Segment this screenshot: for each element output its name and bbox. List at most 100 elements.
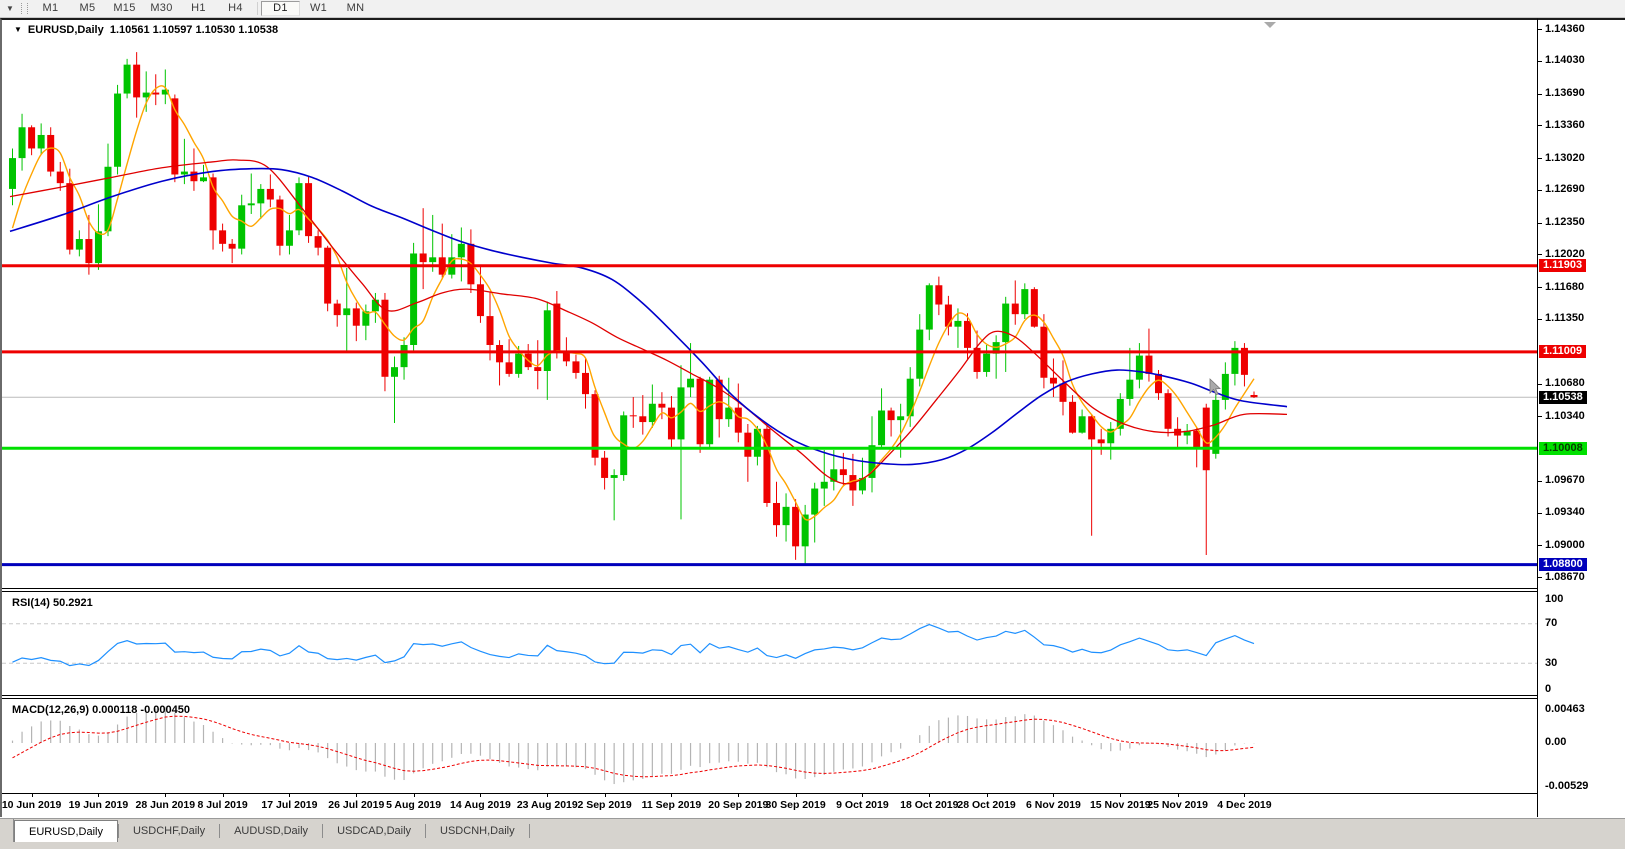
price-tick-label: 1.11680 <box>1545 281 1584 293</box>
chart-window[interactable]: RSI(14) 50.2921 MACD(12,26,9) 0.000118 -0… <box>0 18 1537 817</box>
macd-histogram <box>13 707 1255 784</box>
price-tick-mark <box>1538 577 1542 578</box>
rsi-axis-label: 70 <box>1545 617 1557 629</box>
rsi-label: RSI(14) 50.2921 <box>12 597 93 609</box>
date-tick <box>1120 794 1121 797</box>
date-label: 11 Sep 2019 <box>642 799 702 811</box>
price-tick-mark <box>1538 513 1542 514</box>
rsi-line <box>13 625 1255 666</box>
date-tick <box>605 794 606 797</box>
price-tick-mark <box>1538 125 1542 126</box>
price-tick-mark <box>1538 416 1542 417</box>
price-tick-label: 1.09670 <box>1545 474 1585 486</box>
candles <box>9 52 1258 565</box>
timeframe-button-h1[interactable]: H1 <box>180 1 217 16</box>
date-label: 6 Nov 2019 <box>1026 799 1081 811</box>
price-tick-label: 1.14030 <box>1545 54 1585 66</box>
date-label: 10 Jun 2019 <box>2 799 62 811</box>
price-chart-canvas[interactable]: RSI(14) 50.2921 MACD(12,26,9) 0.000118 -0… <box>2 20 1537 793</box>
price-tick-label: 1.09340 <box>1545 506 1585 518</box>
date-tick <box>414 794 415 797</box>
price-tick-label: 1.13360 <box>1545 119 1585 131</box>
price-tick-mark <box>1538 190 1542 191</box>
price-line-badge: 1.10538 <box>1539 391 1587 404</box>
timeframe-button-m5[interactable]: M5 <box>69 1 106 16</box>
price-tick-mark <box>1538 319 1542 320</box>
price-axis[interactable]: 1.14360 1.14030 1.13690 1.13360 1.13020 1.126… <box>1537 18 1625 817</box>
date-label: 8 Jul 2019 <box>197 799 247 811</box>
ma-fast-line <box>13 86 1255 520</box>
date-label: 28 Jun 2019 <box>136 799 196 811</box>
toolbar-separator <box>257 2 258 15</box>
price-tick-label: 1.12020 <box>1545 248 1585 260</box>
price-tick-label: 1.14360 <box>1545 23 1585 35</box>
date-tick <box>165 794 166 797</box>
date-label: 26 Jul 2019 <box>328 799 384 811</box>
date-label: 19 Jun 2019 <box>69 799 129 811</box>
price-tick-label: 1.13690 <box>1545 87 1585 99</box>
price-tick-label: 1.10680 <box>1545 377 1585 389</box>
chart-title-collapse-icon[interactable]: ▼ <box>14 25 22 34</box>
timeframe-button-m30[interactable]: M30 <box>143 1 180 16</box>
chart-shift-marker-icon[interactable] <box>1264 22 1276 28</box>
price-tick-mark <box>1538 287 1542 288</box>
chart-tabs-bar: EURUSD,DailyUSDCHF,DailyAUDUSD,DailyUSDC… <box>0 818 1625 843</box>
date-tick <box>32 794 33 797</box>
timeframe-buttons: M1M5M15M30H1H4 D1W1MN <box>32 1 374 16</box>
timeframe-button-d1[interactable]: D1 <box>261 1 300 16</box>
date-label: 15 Nov 2019 <box>1090 799 1151 811</box>
price-tick-mark <box>1538 158 1542 159</box>
status-strip <box>0 842 1625 849</box>
timeframe-button-h4[interactable]: H4 <box>217 1 254 16</box>
date-axis[interactable]: 10 Jun 2019 19 Jun 2019 28 Jun 20198 Jul 2… <box>2 793 1537 817</box>
tab-usdchf-daily[interactable]: USDCHF,Daily <box>119 819 219 843</box>
date-label: 17 Jul 2019 <box>261 799 317 811</box>
timeframe-button-m15[interactable]: M15 <box>106 1 143 16</box>
toolbar-grip-handle[interactable] <box>21 3 28 14</box>
price-tick-mark <box>1538 223 1542 224</box>
date-label: 18 Oct 2019 <box>900 799 958 811</box>
price-tick-label: 1.08670 <box>1545 571 1585 583</box>
tab-eurusd-daily[interactable]: EURUSD,Daily <box>14 820 118 843</box>
rsi-axis-label: 0 <box>1545 683 1551 695</box>
tab-usdcad-daily[interactable]: USDCAD,Daily <box>323 819 425 843</box>
date-tick <box>671 794 672 797</box>
price-tick-label: 1.09000 <box>1545 539 1585 551</box>
price-tick-mark <box>1538 254 1542 255</box>
date-label: 9 Oct 2019 <box>836 799 889 811</box>
timeframe-button-m1[interactable]: M1 <box>32 1 69 16</box>
timeframe-button-w1[interactable]: W1 <box>300 1 337 16</box>
date-tick <box>547 794 548 797</box>
date-tick <box>1053 794 1054 797</box>
date-label: 2 Sep 2019 <box>577 799 631 811</box>
date-label: 23 Aug 2019 <box>517 799 578 811</box>
tabs-container: EURUSD,DailyUSDCHF,DailyAUDUSD,DailyUSDC… <box>14 819 530 843</box>
chart-ohlc-values: 1.10561 1.10597 1.10530 1.10538 <box>110 24 278 36</box>
timeframe-button-mn[interactable]: MN <box>337 1 374 16</box>
price-tick-label: 1.12690 <box>1545 183 1585 195</box>
price-tick-mark <box>1538 545 1542 546</box>
macd-label: MACD(12,26,9) 0.000118 -0.000450 <box>12 704 190 716</box>
rsi-axis-label: 100 <box>1545 593 1563 605</box>
date-label: 25 Nov 2019 <box>1147 799 1208 811</box>
price-tick-mark <box>1538 29 1542 30</box>
date-label: 30 Sep 2019 <box>766 799 826 811</box>
chart-title: ▼EURUSD,Daily 1.10561 1.10597 1.10530 1.… <box>14 24 278 36</box>
date-tick <box>98 794 99 797</box>
tabs-scroll-spacer <box>0 819 14 843</box>
date-label: 28 Oct 2019 <box>957 799 1015 811</box>
toolbar-dropdown-icon[interactable]: ▼ <box>0 1 20 16</box>
date-tick <box>862 794 863 797</box>
tab-usdcnh-daily[interactable]: USDCNH,Daily <box>426 819 529 843</box>
date-tick <box>738 794 739 797</box>
date-label: 5 Aug 2019 <box>386 799 441 811</box>
date-label: 4 Dec 2019 <box>1217 799 1271 811</box>
tab-audusd-daily[interactable]: AUDUSD,Daily <box>220 819 322 843</box>
price-tick-label: 1.10340 <box>1545 410 1585 422</box>
macd-axis-label: -0.00529 <box>1545 780 1588 792</box>
price-tick-label: 1.13020 <box>1545 152 1585 164</box>
timeframe-toolbar: ▼ M1M5M15M30H1H4 D1W1MN <box>0 0 1625 18</box>
macd-axis-label: 0.00463 <box>1545 703 1585 715</box>
date-tick <box>929 794 930 797</box>
price-tick-mark <box>1538 94 1542 95</box>
